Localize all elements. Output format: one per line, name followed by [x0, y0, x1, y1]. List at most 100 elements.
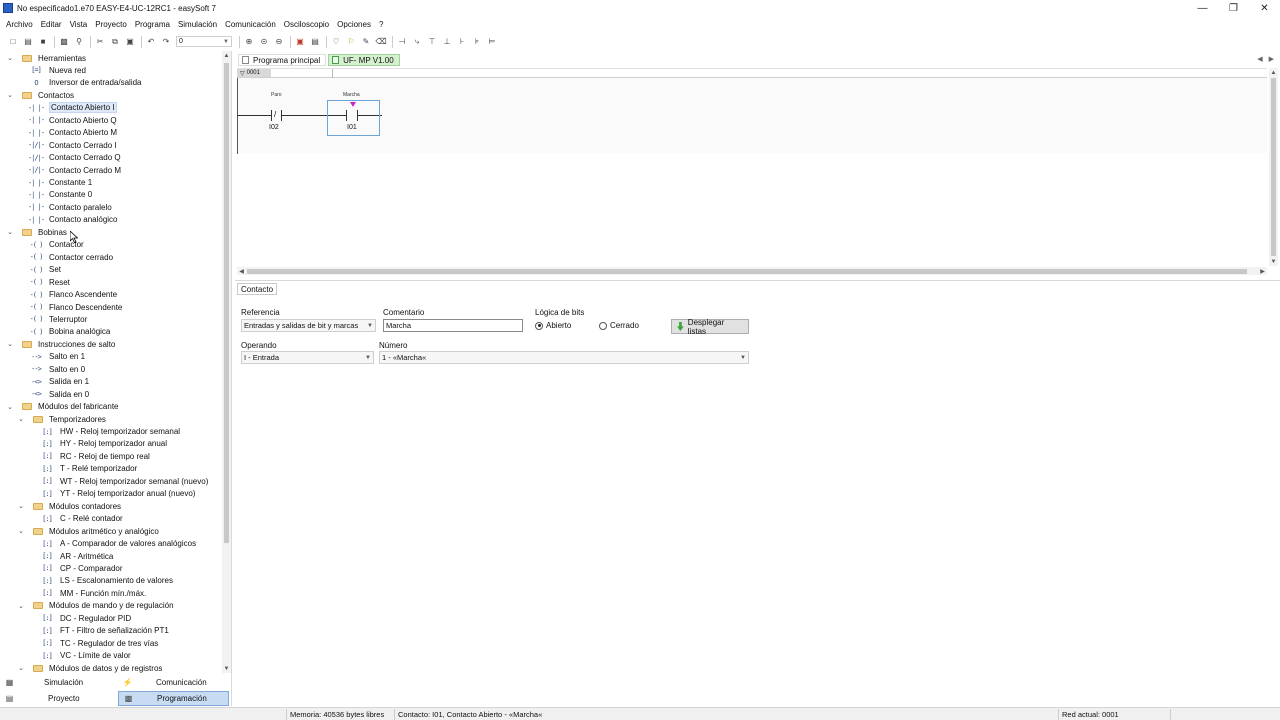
operando-select[interactable]: I - Entrada ▼ — [241, 351, 374, 364]
insert-contact-icon[interactable]: ⊣ — [397, 37, 407, 47]
menu-proyecto[interactable]: Proyecto — [95, 20, 127, 29]
tree-item-contacto-cerrado-m[interactable]: -|/|- Contacto Cerrado M — [0, 164, 221, 176]
tab-simulacion[interactable]: ▦ Simulación — [0, 675, 116, 690]
scroll-down-icon[interactable]: ▼ — [222, 664, 231, 673]
redo-icon[interactable]: ↷ — [161, 37, 171, 47]
scrollbar-thumb[interactable] — [224, 63, 229, 543]
desplegar-listas-button[interactable]: Desplegar listas — [671, 318, 749, 336]
radio-cerrado[interactable]: Cerrado — [599, 321, 639, 330]
chevron-down-icon[interactable]: ⌄ — [17, 602, 25, 610]
menu-comunicacion[interactable]: Comunicación — [225, 20, 276, 29]
delete-row-icon[interactable]: ⊧ — [472, 37, 482, 47]
comentario-input[interactable]: Marcha — [383, 319, 523, 332]
close-icon[interactable]: ✕ — [1249, 0, 1280, 16]
scrollbar-thumb[interactable] — [1271, 78, 1276, 256]
tree-item-c-rele-contador[interactable]: [:] C - Relé contador — [0, 513, 221, 525]
tree-item-salida-en-1[interactable]: -<> Salida en 1 — [0, 376, 221, 388]
tree-item-contacto-abierto-q[interactable]: -| |- Contacto Abierto Q — [0, 114, 221, 126]
editor-vscrollbar[interactable]: ▲ ▼ — [1269, 68, 1278, 266]
cut-icon[interactable]: ✂ — [95, 37, 105, 47]
referencia-select[interactable]: Entradas y salidas de bit y marcas ▼ — [241, 319, 376, 332]
menu-editar[interactable]: Editar — [41, 20, 62, 29]
scrollbar-thumb[interactable] — [247, 269, 1247, 274]
tab-comunicacion[interactable]: ⚡ Comunicación — [118, 675, 230, 690]
print-icon[interactable]: ▩ — [59, 37, 69, 47]
zoom-reset-icon[interactable]: ⊝ — [259, 37, 269, 47]
tab-programacion[interactable]: ▩ Programación — [118, 691, 229, 706]
tree-folder-temporizadores[interactable]: ⌄ Temporizadores — [0, 413, 221, 425]
ladder-canvas[interactable]: ▽ 0001 Paro / I02 Marcha I01 — [237, 68, 1267, 154]
tree-item-contacto-cerrado-q[interactable]: -|/|- Contacto Cerrado Q — [0, 152, 221, 164]
eraser-icon[interactable]: ⌫ — [375, 37, 386, 47]
copy-icon[interactable]: ⧉ — [110, 37, 120, 47]
tree-item-contacto-cerrado-i[interactable]: -|/|- Contacto Cerrado I — [0, 139, 221, 151]
tree-item-flanco-ascendente[interactable]: -( ) Flanco Ascendente — [0, 289, 221, 301]
chevron-down-icon[interactable]: ⌄ — [17, 527, 25, 535]
tree-item-contacto-analogico[interactable]: -| |- Contacto analógico — [0, 214, 221, 226]
minimize-icon[interactable]: — — [1187, 0, 1218, 16]
tree-item-contacto-paralelo[interactable]: -| |- Contacto paralelo — [0, 201, 221, 213]
scroll-left-icon[interactable]: ◀ — [237, 267, 246, 275]
tree-folder-modulos-contadores[interactable]: ⌄ Módulos contadores — [0, 500, 221, 512]
undo-icon[interactable]: ↶ — [146, 37, 156, 47]
tree-item-dc-regulador-pid[interactable]: [:] DC - Regulador PID — [0, 612, 221, 624]
tree-item-cp-comparador[interactable]: [:] CP - Comparador — [0, 562, 221, 574]
zoom-in-icon[interactable]: ⊕ — [244, 37, 254, 47]
chevron-down-icon[interactable]: ⌄ — [17, 415, 25, 423]
tree-folder-modulos-del-fabricante[interactable]: ⌄ Módulos del fabricante — [0, 401, 221, 413]
insert-column-icon[interactable]: ⊥ — [442, 37, 452, 47]
tree-item-contactor-cerrado[interactable]: -( ) Contactor cerrado — [0, 251, 221, 263]
menu-help[interactable]: ? — [379, 20, 383, 29]
tree-item-mm-funcion-min-max[interactable]: [:] MM - Función mín./máx. — [0, 587, 221, 599]
tree-item-salida-en-0[interactable]: -<> Salida en 0 — [0, 388, 221, 400]
chevron-down-icon[interactable]: ⌄ — [6, 228, 14, 236]
save-icon[interactable]: ■ — [38, 37, 48, 47]
tree-item-set[interactable]: -( ) Set — [0, 264, 221, 276]
tree-item-telerruptor[interactable]: -( ) Telerruptor — [0, 313, 221, 325]
tree-item-contactor[interactable]: -( ) Contactor — [0, 239, 221, 251]
scroll-up-icon[interactable]: ▲ — [222, 51, 231, 60]
tree-item-tc-regulador-de-tres-vias[interactable]: [:] TC - Regulador de tres vías — [0, 637, 221, 649]
insert-row-icon[interactable]: ⊤ — [427, 37, 437, 47]
zoom-out-icon[interactable]: ⊖ — [274, 37, 284, 47]
tab-next-icon[interactable]: ▶ — [1269, 55, 1274, 63]
scroll-down-icon[interactable]: ▼ — [1269, 257, 1278, 266]
chevron-down-icon[interactable]: ⌄ — [17, 664, 25, 672]
pencil-icon[interactable]: ✎ — [361, 37, 371, 47]
tree-item-inversor-de-entrada-salida[interactable]: O Inversor de entrada/salida — [0, 77, 221, 89]
marker-icon[interactable]: ⚐ — [346, 37, 356, 47]
tab-proyecto[interactable]: ▤ Proyecto — [0, 691, 116, 706]
editor-hscrollbar[interactable]: ◀ ▶ — [237, 267, 1267, 275]
tree-item-contacto-abierto-m[interactable]: -| |- Contacto Abierto M — [0, 127, 221, 139]
delete-network-icon[interactable]: ▣ — [295, 37, 305, 47]
tree-item-salto-en-0[interactable]: --> Salto en 0 — [0, 363, 221, 375]
tree-item-rc-reloj-de-tiempo-real[interactable]: [:] RC - Reloj de tiempo real — [0, 450, 221, 462]
menu-opciones[interactable]: Opciones — [337, 20, 371, 29]
network-list-icon[interactable]: ▤ — [310, 37, 320, 47]
tree-item-a-comparador-de-valores-analogicos[interactable]: [:] A - Comparador de valores analógicos — [0, 538, 221, 550]
menu-osciloscopio[interactable]: Osciloscopio — [284, 20, 329, 29]
restore-icon[interactable]: ❐ — [1218, 0, 1249, 16]
tree-item-vc-limite-de-valor[interactable]: [:] VC - Límite de valor — [0, 650, 221, 662]
scroll-up-icon[interactable]: ▲ — [1269, 68, 1278, 77]
rung-number[interactable]: ▽ 0001 — [237, 69, 271, 77]
tree-item-flanco-descendente[interactable]: -( ) Flanco Descendente — [0, 301, 221, 313]
chevron-down-icon[interactable]: ⌄ — [6, 340, 14, 348]
tree-folder-modulos-aritmetico-y-analogico[interactable]: ⌄ Módulos aritmético y analógico — [0, 525, 221, 537]
tree-item-t-rele-temporizador[interactable]: [:] T - Relé temporizador — [0, 463, 221, 475]
delete-column-icon[interactable]: ⊨ — [487, 37, 497, 47]
menu-simulacion[interactable]: Simulación — [178, 20, 217, 29]
tree-item-yt-reloj-temporizador-anual-nuevo[interactable]: [:] YT - Reloj temporizador anual (nuevo) — [0, 488, 221, 500]
open-folder-icon[interactable]: ▤ — [23, 37, 33, 47]
tree-folder-bobinas[interactable]: ⌄ Bobinas — [0, 226, 221, 238]
zoom-combo[interactable]: 0 ▼ — [176, 36, 232, 47]
toolbox-scrollbar[interactable]: ▲ ▼ — [222, 51, 231, 673]
paste-icon[interactable]: ▣ — [125, 37, 135, 47]
radio-abierto[interactable]: Abierto — [535, 321, 571, 330]
chevron-down-icon[interactable]: ⌄ — [6, 54, 14, 62]
menu-vista[interactable]: Vista — [70, 20, 88, 29]
tab-uf-mp[interactable]: UF- MP V1.00 — [328, 54, 400, 66]
tree-item-bobina-analogica[interactable]: -( ) Bobina analógica — [0, 326, 221, 338]
tree-folder-modulos-de-datos-y-de-registros[interactable]: ⌄ Módulos de datos y de registros — [0, 662, 221, 673]
tree-item-wt-reloj-temporizador-semanal-nuevo[interactable]: [:] WT - Reloj temporizador semanal (nuev… — [0, 475, 221, 487]
